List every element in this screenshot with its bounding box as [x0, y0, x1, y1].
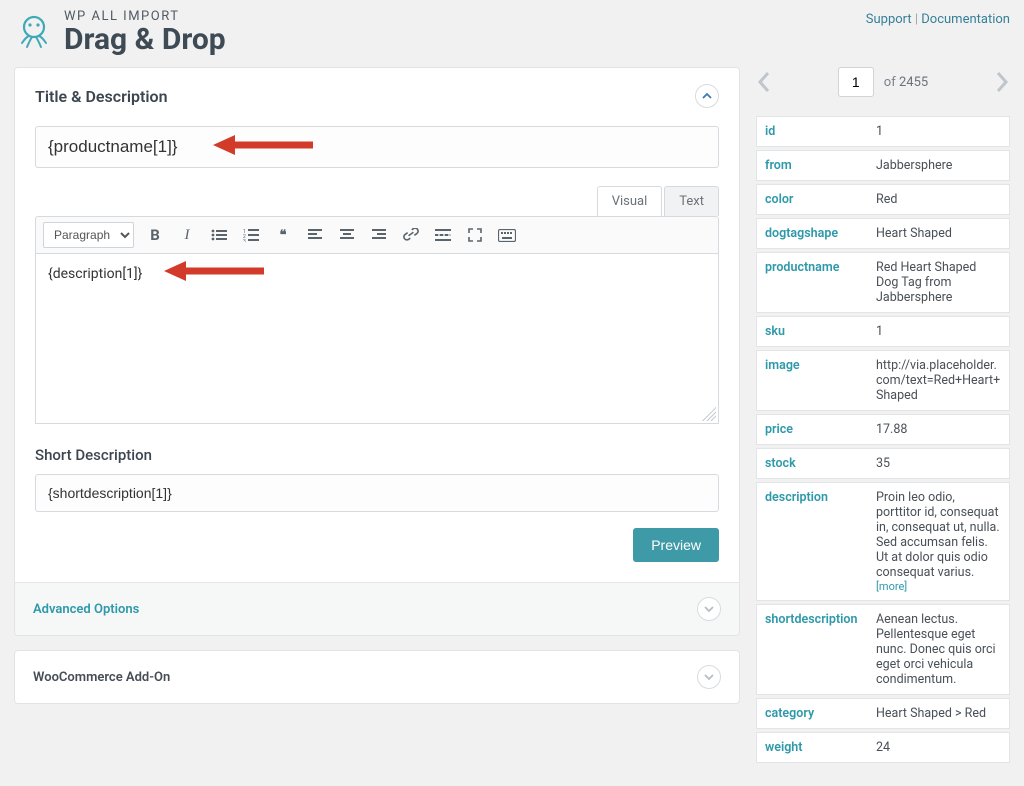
pager-current-input[interactable]	[838, 67, 874, 97]
pager-prev-button[interactable]	[756, 70, 772, 94]
table-row: descriptionProin leo odio, porttitor id,…	[756, 482, 1010, 601]
tab-text[interactable]: Text	[664, 186, 719, 216]
table-row: fromJabbersphere	[756, 150, 1010, 181]
record-value: 17.88	[868, 414, 1010, 445]
top-links: Support | Documentation	[866, 10, 1010, 27]
record-value: 35	[868, 448, 1010, 479]
advanced-options-title[interactable]: Advanced Options	[33, 602, 139, 617]
table-row: dogtagshapeHeart Shaped	[756, 218, 1010, 249]
brand: WP ALL IMPORT Drag & Drop	[14, 10, 226, 55]
align-center-icon	[340, 229, 354, 241]
record-value: Red Heart Shaped Dog Tag from Jabbersphe…	[868, 252, 1010, 313]
chevron-up-icon	[702, 91, 712, 101]
record-value: 1	[868, 116, 1010, 147]
table-row: stock35	[756, 448, 1010, 479]
fullscreen-button[interactable]	[464, 224, 486, 246]
description-textarea[interactable]: {description[1]}	[35, 254, 719, 424]
table-row: categoryHeart Shaped > Red	[756, 698, 1010, 729]
chevron-down-icon	[704, 672, 714, 682]
record-value: Heart Shaped > Red	[868, 698, 1010, 729]
short-description-input[interactable]	[35, 474, 719, 512]
keyboard-button[interactable]	[496, 224, 518, 246]
record-pager: of 2455	[756, 67, 1010, 97]
resize-handle[interactable]	[702, 407, 716, 421]
record-key: image	[756, 350, 868, 411]
format-select[interactable]: Paragraph	[43, 222, 134, 248]
tab-visual[interactable]: Visual	[597, 186, 663, 216]
table-row: shortdescriptionAenean lectus. Pellentes…	[756, 604, 1010, 695]
table-row: price17.88	[756, 414, 1010, 445]
align-right-button[interactable]	[368, 224, 390, 246]
record-value: Heart Shaped	[868, 218, 1010, 249]
record-key: dogtagshape	[756, 218, 868, 249]
fullscreen-icon	[468, 228, 482, 242]
brand-big-text: Drag & Drop	[64, 24, 226, 56]
support-link[interactable]: Support	[866, 12, 912, 27]
table-row: weight24	[756, 732, 1010, 763]
bold-button[interactable]: B	[144, 224, 166, 246]
record-value: 1	[868, 316, 1010, 347]
documentation-link[interactable]: Documentation	[921, 12, 1010, 27]
preview-button[interactable]: Preview	[633, 528, 719, 562]
pager-total: of 2455	[884, 75, 928, 90]
record-key: category	[756, 698, 868, 729]
record-key: weight	[756, 732, 868, 763]
align-left-icon	[308, 229, 322, 241]
record-key: stock	[756, 448, 868, 479]
logo-icon	[14, 13, 54, 53]
record-value: 24	[868, 732, 1010, 763]
chevron-down-icon	[704, 604, 714, 614]
record-value: Jabbersphere	[868, 150, 1010, 181]
collapse-button[interactable]	[695, 84, 719, 108]
description-editor: Visual Text Paragraph B I	[35, 186, 719, 424]
record-table: id1fromJabberspherecolorReddogtagshapeHe…	[756, 113, 1010, 766]
keyboard-icon	[498, 229, 516, 242]
product-title-input[interactable]	[35, 126, 719, 168]
panel-woocommerce: WooCommerce Add-On	[14, 650, 740, 704]
expand-woocommerce-button[interactable]	[697, 665, 721, 689]
record-value: Aenean lectus. Pellentesque eget nunc. D…	[868, 604, 1010, 695]
record-key: description	[756, 482, 868, 601]
bullet-list-button[interactable]	[208, 224, 230, 246]
record-value: Proin leo odio, porttitor id, consequat …	[868, 482, 1010, 601]
align-center-button[interactable]	[336, 224, 358, 246]
record-key: shortdescription	[756, 604, 868, 695]
panel-title-description: Title & Description	[14, 67, 740, 636]
table-row: id1	[756, 116, 1010, 147]
record-key: color	[756, 184, 868, 215]
record-key: price	[756, 414, 868, 445]
link-button[interactable]	[400, 224, 422, 246]
italic-button[interactable]: I	[176, 224, 198, 246]
record-value: http://via.placeholder.com/text=Red+Hear…	[868, 350, 1010, 411]
table-row: sku1	[756, 316, 1010, 347]
align-left-button[interactable]	[304, 224, 326, 246]
svg-text:3: 3	[243, 239, 246, 242]
pager-next-button[interactable]	[994, 70, 1010, 94]
expand-advanced-button[interactable]	[697, 597, 721, 621]
chevron-left-icon	[756, 70, 772, 94]
quote-button[interactable]: ❝	[272, 224, 294, 246]
bullet-list-icon	[211, 228, 227, 242]
more-link[interactable]: [more]	[876, 580, 1001, 593]
numbered-list-button[interactable]: 123	[240, 224, 262, 246]
short-description-label: Short Description	[35, 446, 719, 464]
record-value: Red	[868, 184, 1010, 215]
record-key: from	[756, 150, 868, 181]
annotation-arrow-icon	[164, 258, 264, 284]
table-row: imagehttp://via.placeholder.com/text=Red…	[756, 350, 1010, 411]
table-row: colorRed	[756, 184, 1010, 215]
woocommerce-title[interactable]: WooCommerce Add-On	[33, 670, 170, 685]
table-row: productnameRed Heart Shaped Dog Tag from…	[756, 252, 1010, 313]
insert-more-icon	[435, 229, 451, 241]
insert-more-button[interactable]	[432, 224, 454, 246]
record-key: productname	[756, 252, 868, 313]
link-icon	[403, 228, 419, 242]
section-title-td: Title & Description	[35, 87, 168, 106]
record-key: sku	[756, 316, 868, 347]
chevron-right-icon	[994, 70, 1010, 94]
align-right-icon	[372, 229, 386, 241]
description-value: {description[1]}	[48, 266, 142, 282]
record-key: id	[756, 116, 868, 147]
numbered-list-icon: 123	[243, 228, 259, 242]
